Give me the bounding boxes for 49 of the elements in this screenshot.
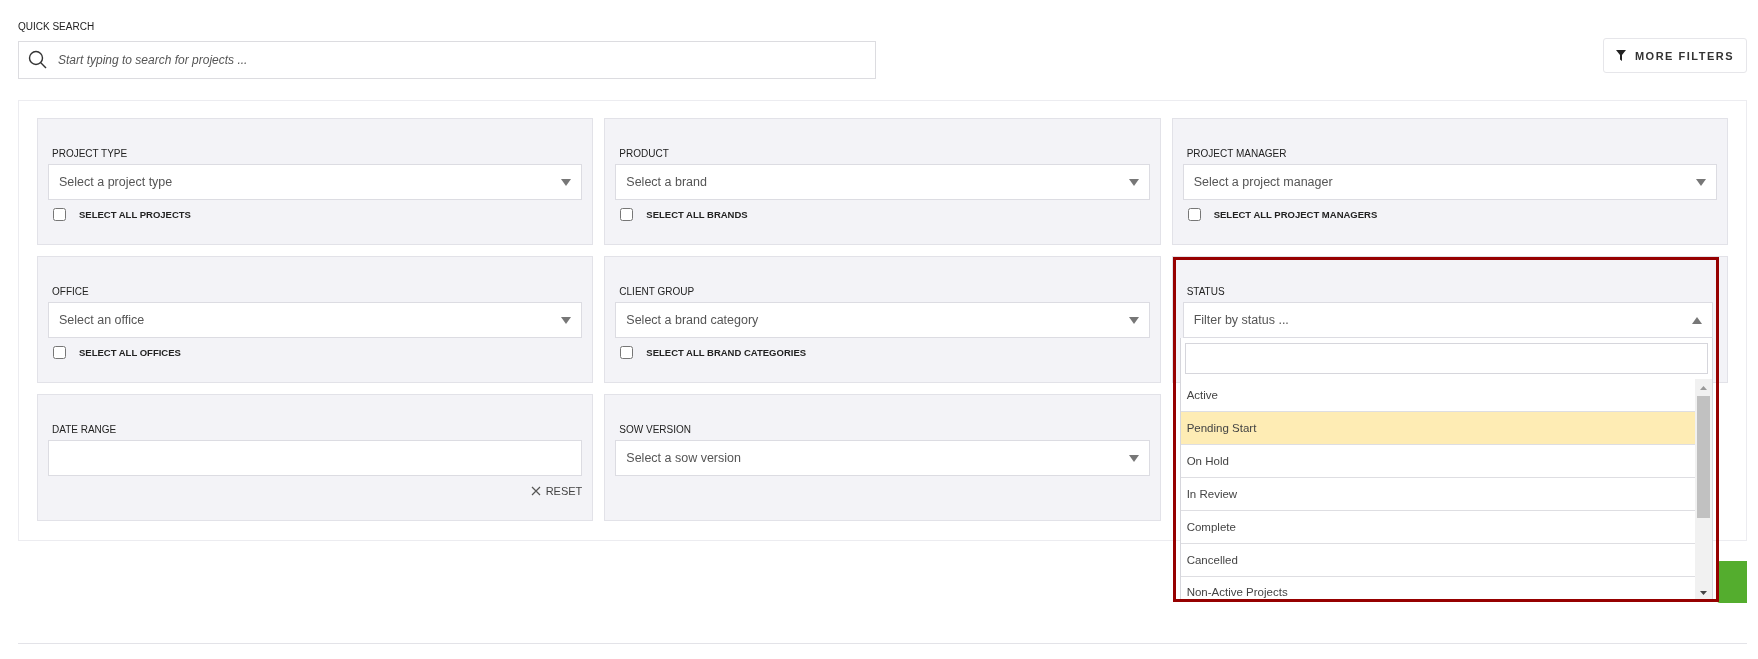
checkbox-label: SELECT ALL PROJECTS [79,209,191,220]
caret-up-icon [1692,316,1702,324]
dropdown-option[interactable]: Pending Start [1180,412,1695,445]
dropdown-option[interactable]: Complete [1180,511,1695,544]
dropdown-option[interactable]: Cancelled [1180,544,1695,577]
dropdown-field[interactable]: Select a sow version [615,440,1150,476]
dropdown-field[interactable]: Select a project type [48,164,583,200]
dropdown-field[interactable]: Select a brand [615,164,1150,200]
checkbox-label: SELECT ALL OFFICES [79,347,181,358]
caret-down-icon [561,316,572,324]
field-label: CLIENT GROUP [619,286,695,297]
close-icon [530,486,541,496]
scrollbar[interactable] [1695,379,1712,601]
checkbox-label: SELECT ALL PROJECT MANAGERS [1213,209,1378,220]
caret-down-icon [1128,454,1139,462]
dropdown-option[interactable]: On Hold [1180,445,1695,478]
filter-icon [1615,50,1626,61]
caret-down-icon [1696,178,1706,186]
checkbox[interactable] [620,346,634,359]
checkbox[interactable] [1187,208,1201,221]
dropdown-option[interactable]: Non-Active Projects [1180,577,1695,601]
dropdown-field[interactable]: Select an office [48,302,583,338]
dropdown-field[interactable]: Select a brand category [615,302,1150,338]
field-label: PROJECT TYPE [52,148,128,159]
checkbox[interactable] [53,346,66,359]
field-label: OFFICE [52,286,89,297]
checkbox[interactable] [53,208,66,221]
action-button[interactable] [1717,561,1747,603]
caret-down-icon [561,178,572,186]
field-label: PRODUCT [619,148,669,159]
search-field[interactable]: Start typing to search for projects ... [18,41,876,79]
field-label: PROJECT MANAGER [1186,148,1287,159]
field-label: QUICK SEARCH [18,21,95,32]
field-label: DATE RANGE [52,424,117,435]
dropdown-field[interactable]: Filter by status ... [1182,302,1713,338]
search-icon [28,50,48,70]
checkbox-label: SELECT ALL BRANDS [646,209,748,220]
checkbox-label: SELECT ALL BRAND CATEGORIES [646,347,807,358]
checkbox[interactable] [620,208,634,221]
caret-down-icon [1128,178,1139,186]
reset-button[interactable]: RESET [530,485,583,497]
field-label: SOW VERSION [619,424,691,435]
search-field[interactable] [1184,343,1708,374]
dropdown-option[interactable]: In Review [1180,478,1695,511]
dropdown-field[interactable]: Select a project manager [1182,164,1717,200]
caret-down-icon [1128,316,1139,324]
date-range-field[interactable] [48,440,583,476]
field-label: STATUS [1186,286,1225,297]
more-filters-button[interactable]: MORE FILTERS [1602,38,1747,73]
